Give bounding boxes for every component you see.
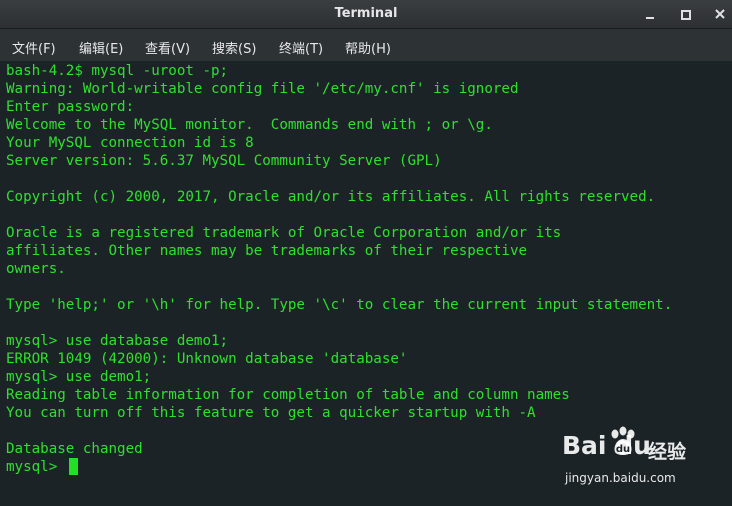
terminal-line: Warning: World-writable config file '/et… — [6, 81, 519, 97]
minimize-icon — [646, 17, 654, 19]
baidu-jingyan-watermark: Bai du du 经验 jingyan.baidu.com — [562, 426, 722, 489]
terminal-line: mysql> use database demo1; — [6, 333, 229, 349]
terminal-line: You can turn off this feature to get a q… — [6, 405, 536, 421]
window-title: Terminal — [334, 6, 398, 21]
close-icon — [715, 9, 725, 19]
terminal-line: Server version: 5.6.37 MySQL Community S… — [6, 153, 442, 169]
terminal-line: Welcome to the MySQL monitor. Commands e… — [6, 117, 493, 133]
menu-file[interactable]: 文件(F) — [12, 38, 56, 57]
svg-text:du: du — [616, 444, 630, 455]
title-bar[interactable]: Terminal — [0, 0, 732, 29]
maximize-button[interactable] — [677, 6, 693, 22]
terminal-prompt: mysql> — [6, 459, 66, 475]
menu-bar: 文件(F) 编辑(E) 查看(V) 搜索(S) 终端(T) 帮助(H) — [0, 29, 732, 61]
terminal-window: Terminal 文件(F) 编辑(E) 查看(V) 搜索(S) 终端(T) 帮… — [0, 0, 732, 506]
minimize-button[interactable] — [642, 6, 658, 22]
menu-search[interactable]: 搜索(S) — [212, 38, 256, 57]
terminal-line: Enter password: — [6, 99, 135, 115]
menu-view[interactable]: 查看(V) — [145, 38, 190, 57]
close-button[interactable] — [712, 6, 728, 22]
paw-icon: du — [611, 426, 635, 455]
watermark-subtitle: 经验 — [648, 441, 687, 463]
text-cursor — [69, 458, 78, 475]
menu-help[interactable]: 帮助(H) — [345, 38, 391, 57]
terminal-line: Database changed — [6, 441, 143, 457]
menu-terminal[interactable]: 终端(T) — [279, 38, 323, 57]
terminal-line: Oracle is a registered trademark of Orac… — [6, 225, 562, 241]
terminal-line: bash-4.2$ mysql -uroot -p; — [6, 63, 229, 79]
terminal-line: Type 'help;' or '\h' for help. Type '\c'… — [6, 297, 673, 313]
watermark-url: jingyan.baidu.com — [565, 471, 676, 485]
terminal-line: mysql> use demo1; — [6, 369, 152, 385]
terminal-line: Copyright (c) 2000, 2017, Oracle and/or … — [6, 189, 656, 205]
terminal-line: Your MySQL connection id is 8 — [6, 135, 254, 151]
maximize-icon — [681, 10, 691, 20]
terminal-line: ERROR 1049 (42000): Unknown database 'da… — [6, 351, 408, 367]
terminal-line: Reading table information for completion… — [6, 387, 570, 403]
menu-edit[interactable]: 编辑(E) — [79, 38, 123, 57]
terminal-line: owners. — [6, 261, 66, 277]
terminal-line: affiliates. Other names may be trademark… — [6, 243, 528, 259]
